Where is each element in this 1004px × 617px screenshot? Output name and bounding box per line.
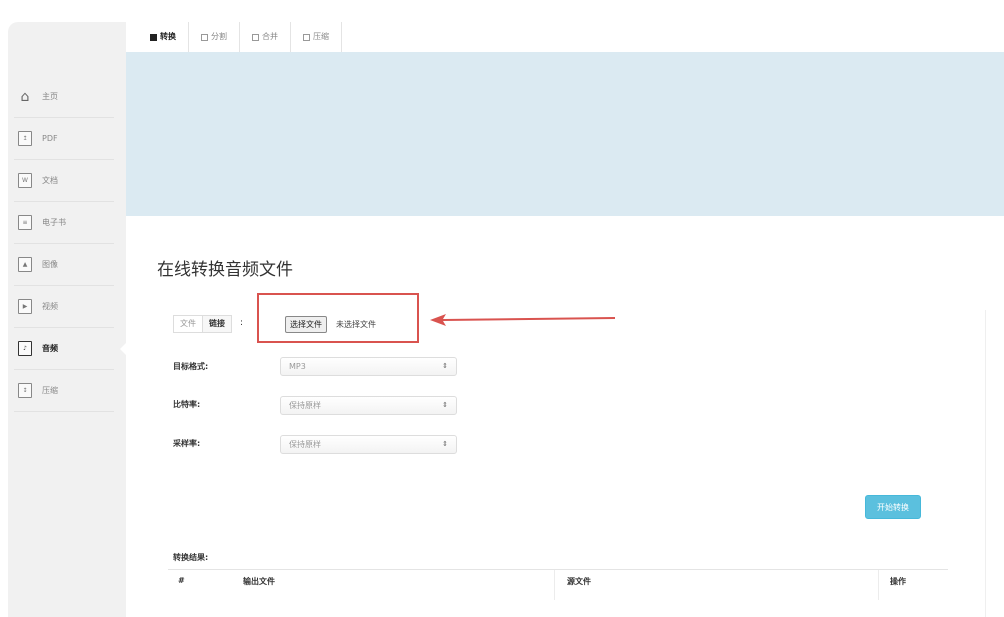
sidebar-item-image[interactable]: ▲ 图像 <box>14 244 114 286</box>
choose-file-button[interactable]: 选择文件 <box>285 316 327 333</box>
source-file-option[interactable]: 文件 <box>174 316 202 332</box>
column-header-index: # <box>178 576 185 585</box>
start-convert-button[interactable]: 开始转换 <box>865 495 921 519</box>
sidebar-item-pdf[interactable]: ↥ PDF <box>14 118 114 160</box>
result-table: # 输出文件 源文件 操作 <box>168 569 948 600</box>
checkbox-icon <box>201 33 208 41</box>
sidebar-item-label: 视频 <box>42 302 58 311</box>
target-format-label: 目标格式: <box>173 362 209 371</box>
arrow-left-icon <box>430 314 615 326</box>
sidebar-item-label: 主页 <box>42 92 58 101</box>
column-header-source: 源文件 <box>567 577 591 586</box>
sidebar-item-audio[interactable]: ♪ 音频 <box>14 328 128 370</box>
highlight-box <box>257 293 419 343</box>
page-title: 在线转换音频文件 <box>157 260 293 280</box>
video-file-icon: ▶ <box>18 299 32 314</box>
tab-label: 合并 <box>262 32 278 41</box>
sidebar-item-document[interactable]: W 文档 <box>14 160 114 202</box>
sample-rate-select[interactable]: 保持原样 ⇕ <box>280 435 457 454</box>
audio-file-icon: ♪ <box>18 341 32 356</box>
ebook-file-icon: ≡ <box>18 215 32 230</box>
tab-bar: 转换 分割 合并 压缩 <box>138 22 342 52</box>
column-divider <box>878 570 879 600</box>
checkbox-icon <box>150 33 157 41</box>
source-toggle: 文件 链接 <box>173 315 232 333</box>
bitrate-label: 比特率: <box>173 400 201 409</box>
tab-label: 分割 <box>211 32 227 41</box>
select-value: 保持原样 <box>289 440 321 449</box>
updown-caret-icon: ⇕ <box>442 440 448 448</box>
sidebar-item-label: PDF <box>42 134 58 143</box>
sidebar-item-label: 图像 <box>42 260 58 269</box>
home-icon: ⌂ <box>20 88 30 105</box>
bitrate-select[interactable]: 保持原样 ⇕ <box>280 396 457 415</box>
banner <box>126 52 1004 216</box>
sidebar-item-video[interactable]: ▶ 视频 <box>14 286 114 328</box>
sidebar-item-label: 音频 <box>42 344 58 353</box>
sidebar-item-home[interactable]: ⌂ 主页 <box>14 76 114 118</box>
updown-caret-icon: ⇕ <box>442 401 448 409</box>
word-file-icon: W <box>18 173 32 188</box>
tab-label: 转换 <box>160 32 176 41</box>
select-value: MP3 <box>289 362 306 371</box>
source-link-option[interactable]: 链接 <box>202 316 231 332</box>
file-status: 未选择文件 <box>336 320 376 329</box>
tab-label: 压缩 <box>313 32 329 41</box>
sidebar-item-label: 电子书 <box>42 218 66 227</box>
updown-caret-icon: ⇕ <box>442 362 448 370</box>
content-border <box>985 310 986 617</box>
tab-split[interactable]: 分割 <box>189 22 240 52</box>
tab-compress[interactable]: 压缩 <box>291 22 342 52</box>
target-format-select[interactable]: MP3 ⇕ <box>280 357 457 376</box>
sidebar-item-archive[interactable]: ↕ 压缩 <box>14 370 114 412</box>
sample-rate-label: 采样率: <box>173 439 201 448</box>
tab-merge[interactable]: 合并 <box>240 22 291 52</box>
checkbox-icon <box>303 33 310 41</box>
sidebar-item-ebook[interactable]: ≡ 电子书 <box>14 202 114 244</box>
column-header-output: 输出文件 <box>243 577 275 586</box>
sidebar-item-label: 文档 <box>42 176 58 185</box>
result-label: 转换结果: <box>173 553 209 562</box>
select-value: 保持原样 <box>289 401 321 410</box>
archive-file-icon: ↕ <box>18 383 32 398</box>
column-divider <box>554 570 555 600</box>
sidebar-item-label: 压缩 <box>42 386 58 395</box>
column-header-action: 操作 <box>890 577 906 586</box>
checkbox-icon <box>252 33 259 41</box>
sidebar-menu: ⌂ 主页 ↥ PDF W 文档 ≡ 电子书 ▲ 图像 ▶ 视频 ♪ 音频 ↕ 压… <box>14 76 128 412</box>
source-colon: : <box>240 318 244 328</box>
tab-convert[interactable]: 转换 <box>138 22 189 52</box>
image-file-icon: ▲ <box>18 257 32 272</box>
pdf-file-icon: ↥ <box>18 131 32 146</box>
